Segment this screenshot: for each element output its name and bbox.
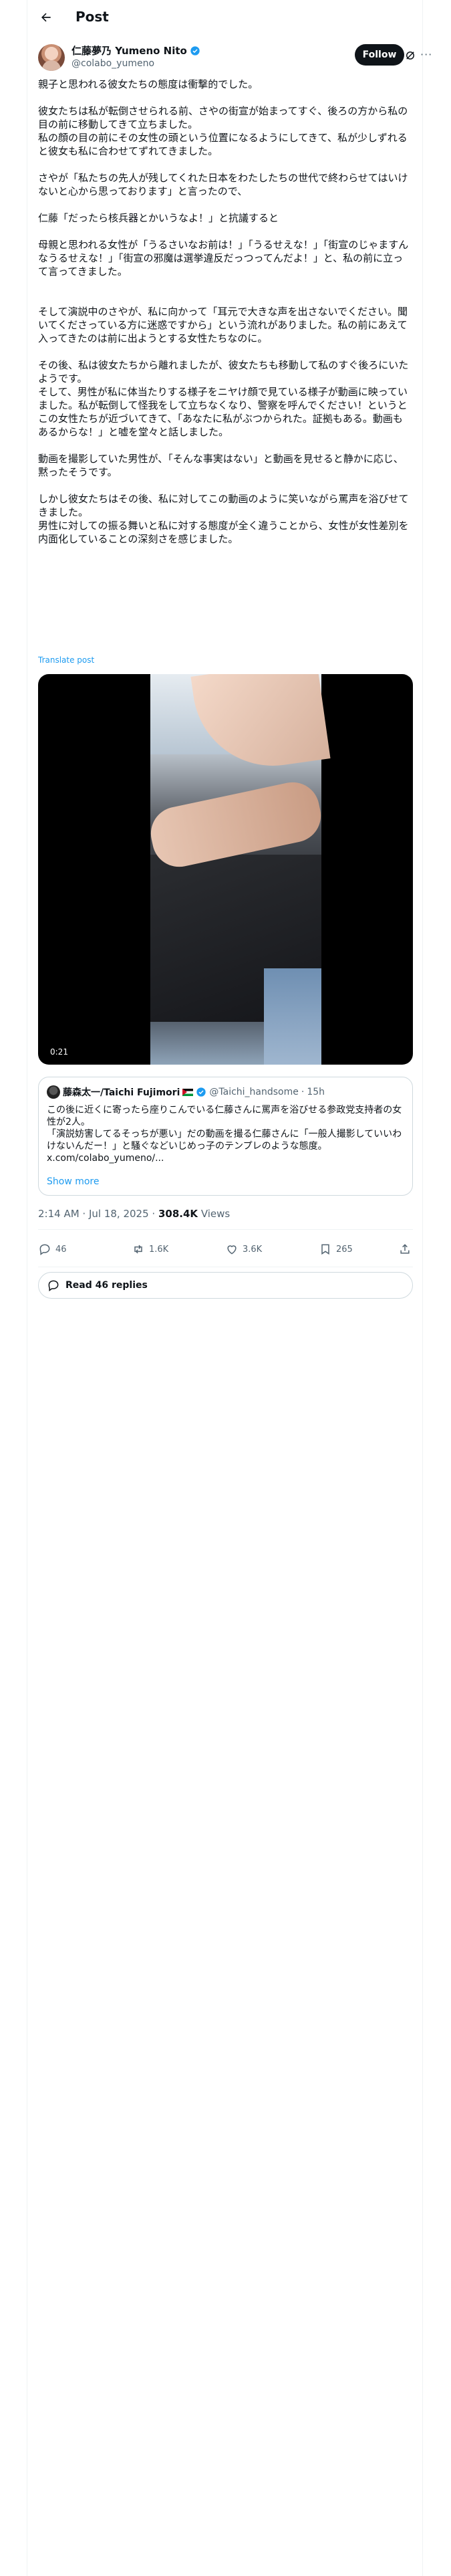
quote-avatar <box>47 1085 60 1099</box>
show-more-link[interactable]: Show more <box>47 1176 100 1187</box>
author-name-text: 仁藤夢乃 Yumeno Nito <box>71 45 187 57</box>
reply-count: 46 <box>55 1244 67 1255</box>
main-column: Post 仁藤夢乃 Yumeno Nito @colabo_yumeno Fol… <box>27 0 432 2576</box>
video-frame <box>146 674 331 1065</box>
follow-button[interactable]: Follow <box>355 44 404 66</box>
repost-icon <box>134 1245 142 1254</box>
top-bar: Post <box>27 0 422 35</box>
views-label: Views <box>200 1208 231 1220</box>
verified-badge-icon <box>196 1087 206 1097</box>
author-display-name[interactable]: 仁藤夢乃 Yumeno Nito <box>71 44 200 58</box>
bookmark-button[interactable]: 265 <box>319 1243 353 1256</box>
share-button[interactable] <box>398 1243 412 1256</box>
heart-icon <box>227 1245 237 1255</box>
page-title: Post <box>76 9 109 25</box>
quote-time: 15h <box>307 1087 325 1097</box>
reply-icon <box>39 1244 50 1255</box>
back-arrow-icon[interactable] <box>38 9 54 25</box>
more-options-icon[interactable]: ··· <box>420 48 432 61</box>
quoted-post[interactable]: 藤森太一/Taichi Fujimori @Taichi_handsome · … <box>38 1077 413 1196</box>
read-replies-button[interactable]: Read 46 replies <box>38 1272 413 1299</box>
bookmark-icon <box>321 1244 329 1255</box>
post-meta: 2:14 AM · Jul 18, 2025 · 308.4K Views <box>38 1208 231 1220</box>
like-count: 3.6K <box>243 1244 263 1255</box>
bookmark-count: 265 <box>336 1244 353 1255</box>
like-button[interactable]: 3.6K <box>225 1243 262 1256</box>
quote-author-name: 藤森太一/Taichi Fujimori <box>63 1087 180 1098</box>
palestine-flag-icon <box>182 1088 194 1096</box>
translate-post-link[interactable]: Translate post <box>38 655 94 665</box>
action-bar: 46 1.6K 3.6K 265 <box>38 1235 413 1267</box>
reply-icon <box>48 1280 59 1291</box>
repost-count: 1.6K <box>149 1244 169 1255</box>
grok-icon[interactable] <box>404 49 416 62</box>
avatar[interactable] <box>38 44 65 71</box>
read-replies-label: Read 46 replies <box>65 1280 148 1291</box>
post-timestamp[interactable]: 2:14 AM · Jul 18, 2025 <box>38 1208 149 1220</box>
author-handle[interactable]: @colabo_yumeno <box>71 58 200 70</box>
repost-button[interactable]: 1.6K <box>132 1243 168 1256</box>
reply-button[interactable]: 46 <box>38 1243 67 1256</box>
views-count: 308.4K <box>158 1208 198 1220</box>
post-author: 仁藤夢乃 Yumeno Nito @colabo_yumeno Follow ·… <box>38 44 432 74</box>
quote-header: 藤森太一/Taichi Fujimori @Taichi_handsome · … <box>47 1085 325 1099</box>
quote-author-handle: @Taichi_handsome <box>209 1087 299 1097</box>
video-duration: 0:21 <box>46 1046 72 1058</box>
verified-badge-icon <box>190 46 200 56</box>
quote-text: この後に近くに寄ったら座りこんでいる仁藤さんに罵声を浴びせる参政党支持者の女性が… <box>47 1105 402 1164</box>
share-icon <box>400 1244 410 1254</box>
post-text: 親子と思われる彼女たちの態度は衝撃的でした。 彼女たちは私が転倒させられる前、さ… <box>38 78 409 545</box>
author-names: 仁藤夢乃 Yumeno Nito @colabo_yumeno <box>71 44 200 70</box>
post-video[interactable]: 0:21 <box>38 674 413 1065</box>
divider <box>38 1229 413 1230</box>
